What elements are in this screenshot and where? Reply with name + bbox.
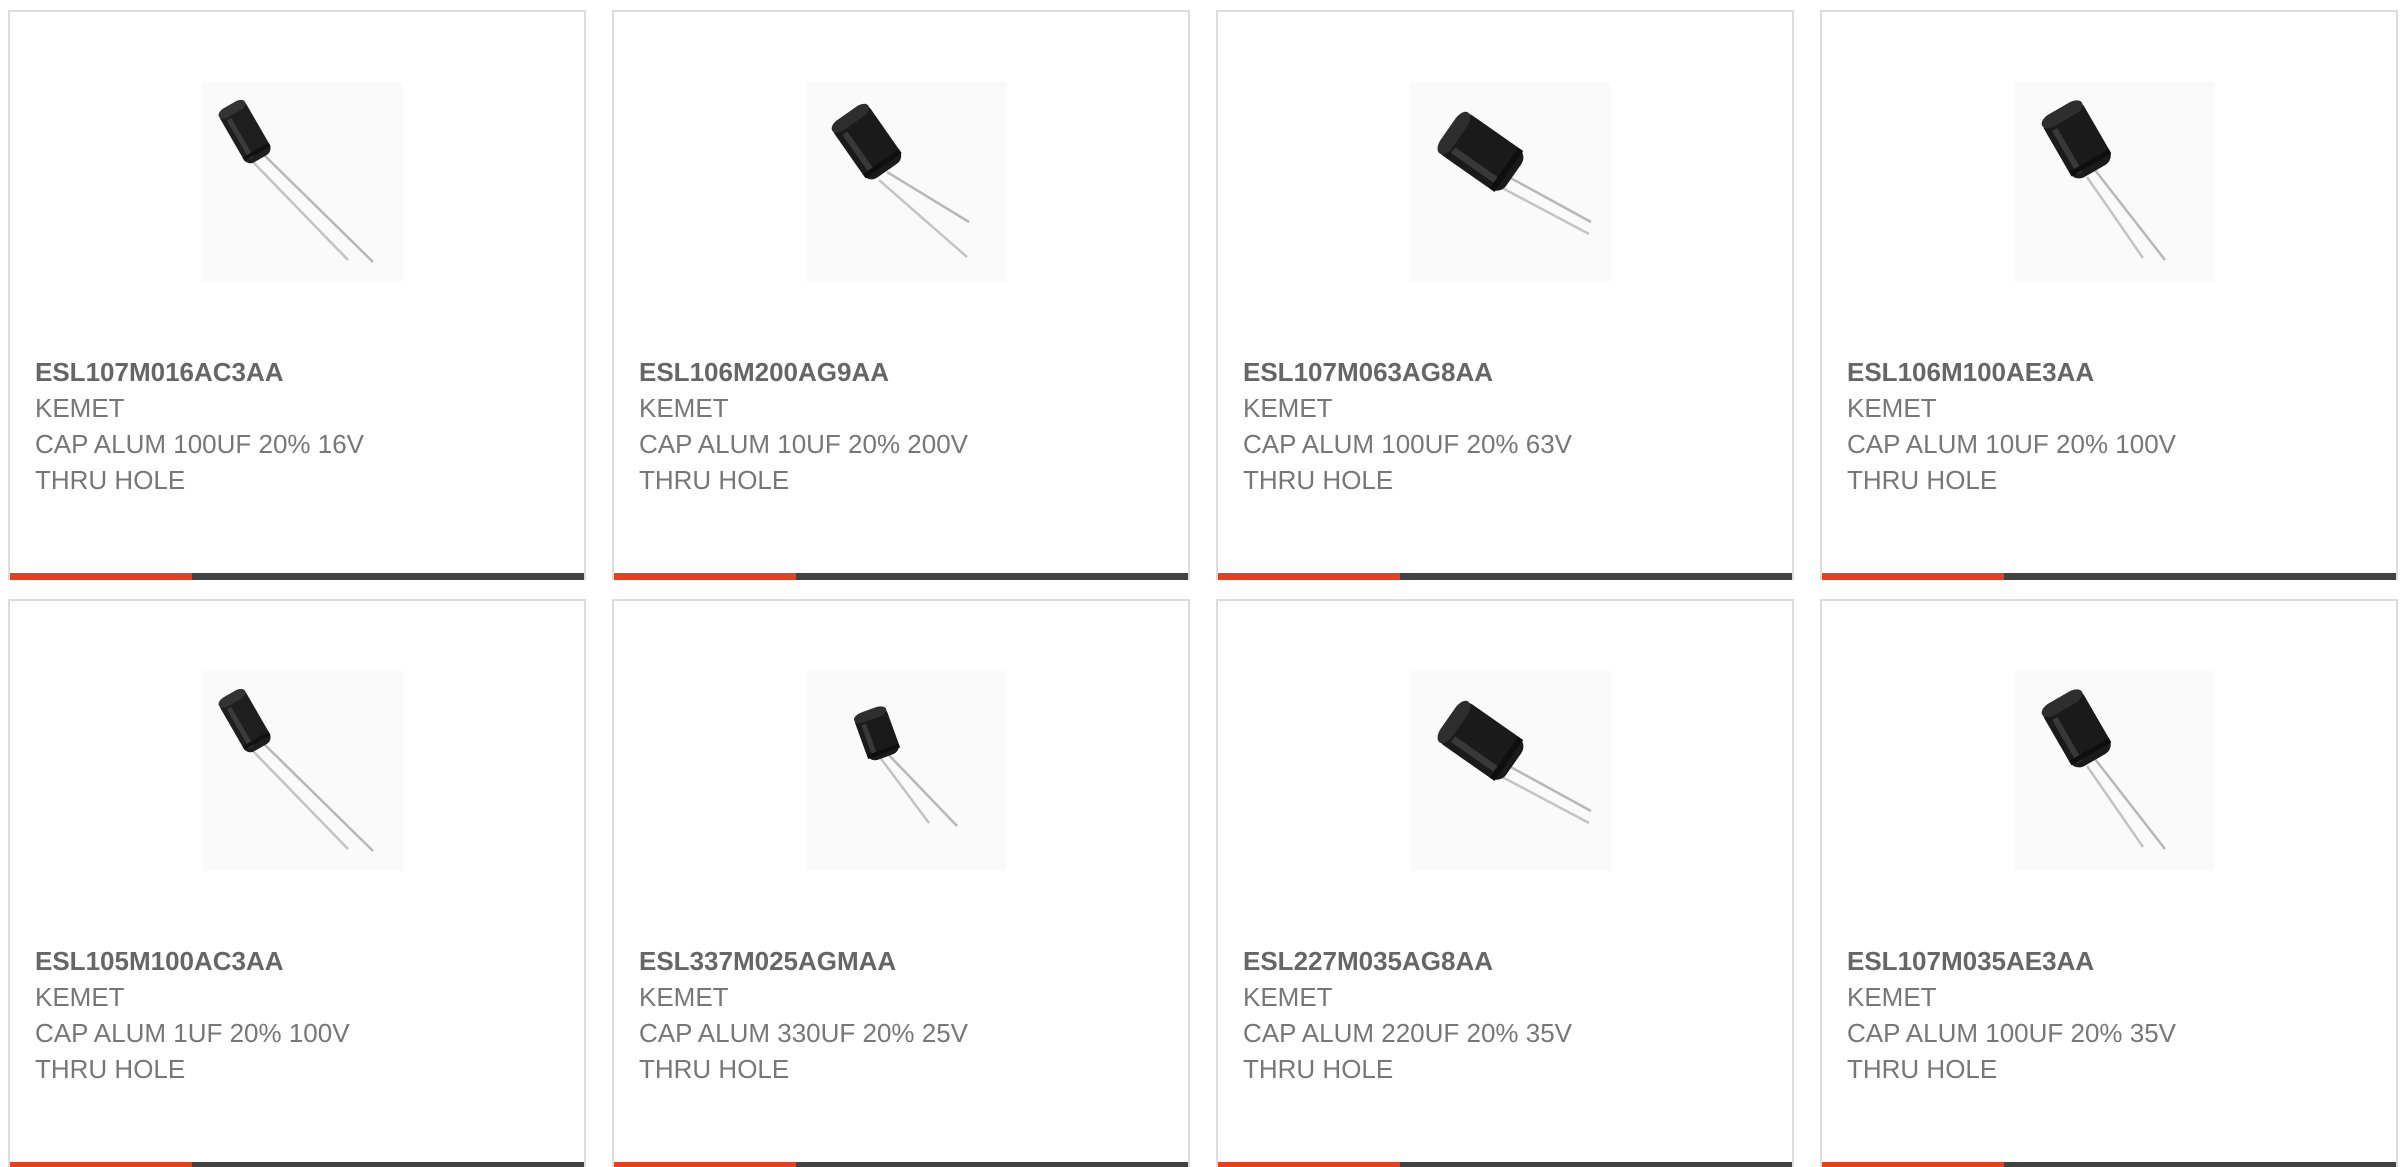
product-card[interactable]: ESL106M100AE3AA KEMET CAP ALUM 10UF 20% … xyxy=(1820,10,2398,580)
dark-segment xyxy=(2004,1162,2396,1167)
manufacturer-label: KEMET xyxy=(1847,982,1937,1012)
accent-segment xyxy=(614,573,796,580)
description-label: CAP ALUM 100UF 20% 16V xyxy=(35,429,365,459)
card-accent-bar xyxy=(10,573,584,580)
dark-segment xyxy=(796,573,1188,580)
product-card[interactable]: ESL106M200AG9AA KEMET CAP ALUM 10UF 20% … xyxy=(612,10,1190,580)
product-card[interactable]: ESL107M035AE3AA KEMET CAP ALUM 100UF 20%… xyxy=(1820,599,2398,1167)
part-number-link[interactable]: ESL337M025AGMAA xyxy=(639,943,968,979)
mounting-type-label: THRU HOLE xyxy=(35,1054,186,1084)
part-number-link[interactable]: ESL106M100AE3AA xyxy=(1847,354,2176,390)
capacitor-medium-icon xyxy=(831,103,970,258)
dark-segment xyxy=(2004,573,2396,580)
description-label: CAP ALUM 10UF 20% 200V xyxy=(639,429,969,459)
accent-segment xyxy=(1218,1162,1400,1167)
capacitor-small-icon xyxy=(218,99,374,263)
product-image[interactable] xyxy=(1411,671,1611,871)
dark-segment xyxy=(1400,573,1792,580)
accent-segment xyxy=(614,1162,796,1167)
product-image[interactable] xyxy=(2015,82,2215,282)
mounting-type-label: THRU HOLE xyxy=(639,1054,790,1084)
capacitor-large-icon xyxy=(1437,111,1592,236)
product-image[interactable] xyxy=(203,671,403,871)
product-image[interactable] xyxy=(1411,82,1611,282)
card-accent-bar xyxy=(1218,1162,1792,1167)
mounting-type-label: THRU HOLE xyxy=(1243,1054,1394,1084)
manufacturer-label: KEMET xyxy=(639,982,729,1012)
part-number-link[interactable]: ESL107M016AC3AA xyxy=(35,354,364,390)
manufacturer-label: KEMET xyxy=(1847,393,1937,423)
product-image[interactable] xyxy=(2015,671,2215,871)
accent-segment xyxy=(1822,573,2004,580)
product-card[interactable]: ESL227M035AG8AA KEMET CAP ALUM 220UF 20%… xyxy=(1216,599,1794,1167)
accent-segment xyxy=(10,1162,192,1167)
product-card[interactable]: ESL107M016AC3AA KEMET CAP ALUM 100UF 20%… xyxy=(8,10,586,580)
mounting-type-label: THRU HOLE xyxy=(35,465,186,495)
mounting-type-label: THRU HOLE xyxy=(639,465,790,495)
part-number-link[interactable]: ESL107M063AG8AA xyxy=(1243,354,1572,390)
mounting-type-label: THRU HOLE xyxy=(1847,1054,1998,1084)
dark-segment xyxy=(1400,1162,1792,1167)
part-number-link[interactable]: ESL107M035AE3AA xyxy=(1847,943,2176,979)
part-number-link[interactable]: ESL106M200AG9AA xyxy=(639,354,968,390)
product-image[interactable] xyxy=(807,671,1007,871)
capacitor-tiny-icon xyxy=(853,706,958,827)
capacitor-medium-icon xyxy=(2041,100,2166,261)
capacitor-large-icon xyxy=(1437,700,1592,825)
capacitor-medium-icon xyxy=(2041,689,2166,850)
manufacturer-label: KEMET xyxy=(639,393,729,423)
part-number-link[interactable]: ESL105M100AC3AA xyxy=(35,943,350,979)
card-accent-bar xyxy=(614,573,1188,580)
dark-segment xyxy=(796,1162,1188,1167)
description-label: CAP ALUM 220UF 20% 35V xyxy=(1243,1018,1573,1048)
description-label: CAP ALUM 10UF 20% 100V xyxy=(1847,429,2177,459)
manufacturer-label: KEMET xyxy=(35,393,125,423)
product-card[interactable]: ESL105M100AC3AA KEMET CAP ALUM 1UF 20% 1… xyxy=(8,599,586,1167)
product-card[interactable]: ESL107M063AG8AA KEMET CAP ALUM 100UF 20%… xyxy=(1216,10,1794,580)
dark-segment xyxy=(192,1162,584,1167)
card-accent-bar xyxy=(1218,573,1792,580)
capacitor-small-icon xyxy=(218,688,374,852)
description-label: CAP ALUM 100UF 20% 63V xyxy=(1243,429,1573,459)
accent-segment xyxy=(10,573,192,580)
description-label: CAP ALUM 330UF 20% 25V xyxy=(639,1018,969,1048)
manufacturer-label: KEMET xyxy=(1243,982,1333,1012)
card-accent-bar xyxy=(10,1162,584,1167)
card-accent-bar xyxy=(1822,1162,2396,1167)
accent-segment xyxy=(1822,1162,2004,1167)
dark-segment xyxy=(192,573,584,580)
accent-segment xyxy=(1218,573,1400,580)
description-label: CAP ALUM 1UF 20% 100V xyxy=(35,1018,350,1048)
description-label: CAP ALUM 100UF 20% 35V xyxy=(1847,1018,2177,1048)
mounting-type-label: THRU HOLE xyxy=(1243,465,1394,495)
card-accent-bar xyxy=(1822,573,2396,580)
card-accent-bar xyxy=(614,1162,1188,1167)
product-grid: ESL107M016AC3AA KEMET CAP ALUM 100UF 20%… xyxy=(0,0,2400,1167)
manufacturer-label: KEMET xyxy=(1243,393,1333,423)
mounting-type-label: THRU HOLE xyxy=(1847,465,1998,495)
product-image[interactable] xyxy=(807,82,1007,282)
part-number-link[interactable]: ESL227M035AG8AA xyxy=(1243,943,1572,979)
product-card[interactable]: ESL337M025AGMAA KEMET CAP ALUM 330UF 20%… xyxy=(612,599,1190,1167)
product-image[interactable] xyxy=(203,82,403,282)
manufacturer-label: KEMET xyxy=(35,982,125,1012)
